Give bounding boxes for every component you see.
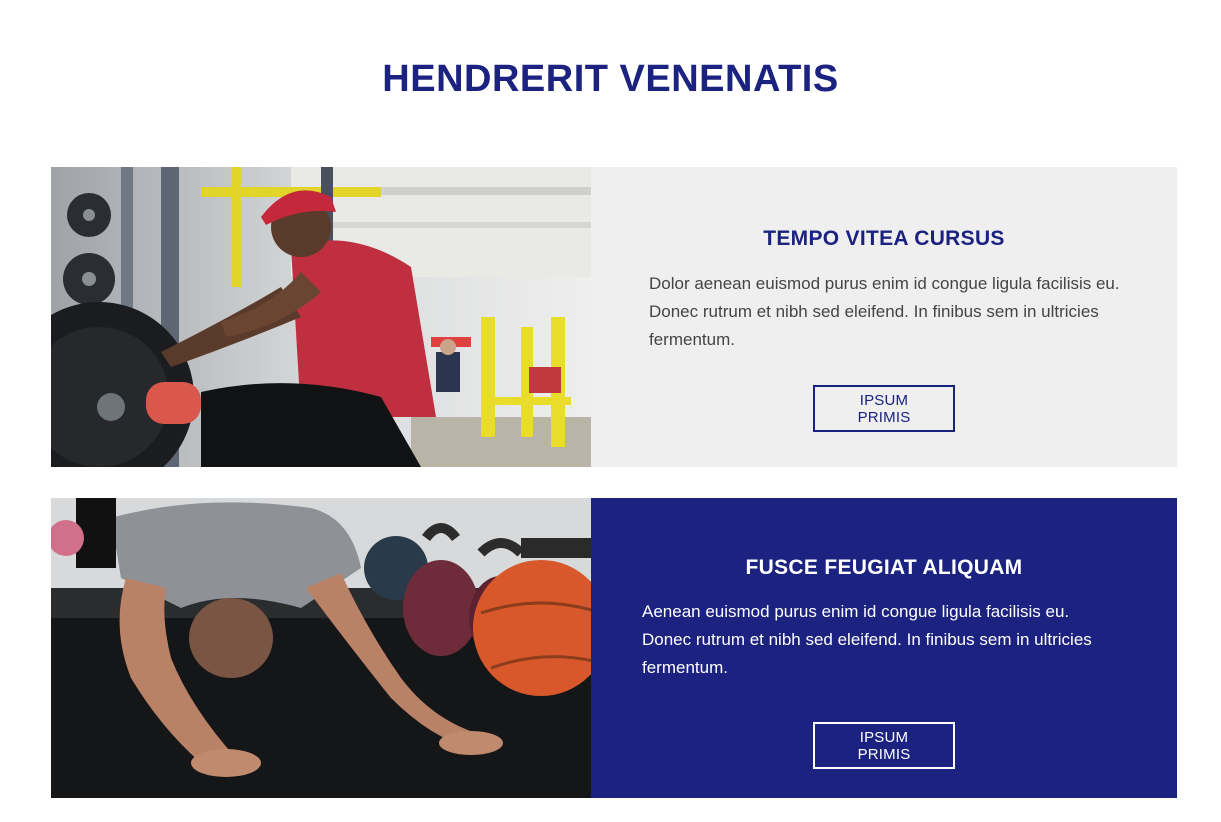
gym-man-photo: [51, 167, 591, 467]
card-title: FUSCE FEUGIAT ALIQUAM: [745, 556, 1023, 579]
section-title: HENDRERIT VENENATIS: [382, 58, 839, 100]
feature-row-1: TEMPO VITEA CURSUS Dolor aenean euismod …: [51, 167, 1177, 467]
card-text: Dolor aenean euismod purus enim id congu…: [649, 274, 1120, 349]
card-title: TEMPO VITEA CURSUS: [763, 227, 1005, 250]
feature-panel-1: TEMPO VITEA CURSUS Dolor aenean euismod …: [591, 167, 1177, 467]
ipsum-primis-button[interactable]: IPSUM PRIMIS: [813, 722, 955, 769]
ipsum-primis-button[interactable]: IPSUM PRIMIS: [813, 385, 955, 432]
feature-row-2: FUSCE FEUGIAT ALIQUAM Aenean euismod pur…: [51, 498, 1177, 798]
stretching-man-photo: [51, 498, 591, 798]
stretching-man-illustration: [51, 498, 591, 798]
feature-panel-2: FUSCE FEUGIAT ALIQUAM Aenean euismod pur…: [591, 498, 1177, 798]
card-text: Aenean euismod purus enim id congue ligu…: [642, 602, 1092, 677]
gym-man-illustration: [51, 167, 591, 467]
